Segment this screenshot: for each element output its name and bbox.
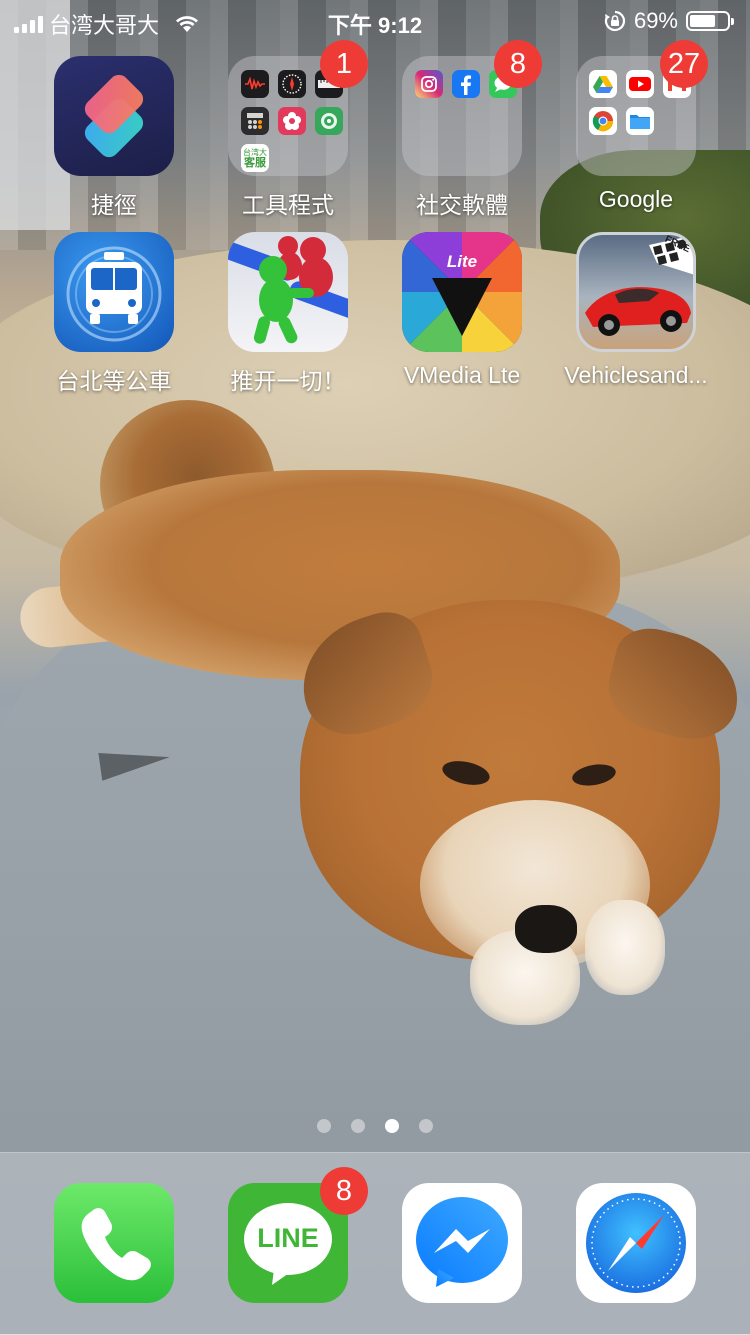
page-dot[interactable] [351, 1119, 365, 1133]
app-label: Google [598, 186, 674, 212]
status-bar-right: 69% [604, 8, 734, 34]
app-push-game[interactable]: 推开一切！ [208, 232, 368, 396]
dock-app-safari[interactable] [556, 1183, 716, 1303]
app-label: Vehiclesand... [564, 362, 708, 388]
app-label: 台北等公車 [56, 368, 172, 394]
page-dot[interactable] [419, 1119, 433, 1133]
app-taipei-bus[interactable]: 台北等公車 [34, 232, 194, 396]
messenger-icon [402, 1183, 522, 1303]
dock-app-messenger[interactable] [382, 1183, 542, 1303]
vmedia-lite-text: Lite [446, 252, 478, 271]
app-google-folder[interactable]: 27 Google [556, 40, 716, 213]
battery-percent: 69% [633, 8, 678, 33]
app-vehicles[interactable]: FREE Vehiclesand... [556, 232, 716, 389]
app-tools-folder[interactable]: 1 台湾大 客服 工具程式 [208, 40, 368, 220]
app-vmedia[interactable]: Lite VMedia Lte [382, 232, 542, 389]
page-dot[interactable] [317, 1119, 331, 1133]
app-social-folder[interactable]: 8 社交軟體 [382, 40, 542, 220]
vmedia-icon: Lite [402, 232, 522, 352]
runner-game-icon [228, 232, 348, 352]
flower-app-icon [278, 107, 306, 135]
phone-icon [54, 1183, 174, 1303]
battery-icon [686, 11, 734, 31]
app-label: 推开一切！ [230, 368, 346, 394]
shortcuts-icon [54, 56, 174, 176]
notification-badge: 27 [660, 40, 708, 88]
dock: 8 LINE [0, 1152, 750, 1335]
google-drive-icon [589, 70, 617, 98]
instagram-icon [415, 70, 443, 98]
safari-icon [576, 1183, 696, 1303]
chrome-icon [589, 107, 617, 135]
app-label: 工具程式 [242, 192, 334, 218]
app-label: 捷徑 [91, 192, 137, 218]
find-my-icon [315, 107, 343, 135]
line-logo-text: LINE [257, 1223, 319, 1253]
voice-memos-icon [241, 70, 269, 98]
dock-app-line[interactable]: 8 LINE [208, 1167, 368, 1303]
page-indicator[interactable] [0, 1119, 750, 1133]
compass-icon [278, 70, 306, 98]
app-label: VMedia Lte [403, 362, 521, 388]
facebook-icon [452, 70, 480, 98]
dog-right-paw [585, 900, 665, 995]
dock-app-phone[interactable] [34, 1183, 194, 1303]
files-icon [626, 107, 654, 135]
battery-level [690, 15, 715, 27]
calculator-icon [241, 107, 269, 135]
dog-nose [515, 905, 577, 953]
notification-badge: 8 [320, 1167, 368, 1215]
notification-badge: 8 [494, 40, 542, 88]
notification-badge: 1 [320, 40, 368, 88]
status-bar: 台湾大哥大 下午 9:12 69% [0, 0, 750, 40]
youtube-icon [626, 70, 654, 98]
page-dot[interactable] [385, 1119, 399, 1133]
orientation-lock-icon [604, 10, 626, 32]
race-car-icon: FREE [576, 232, 696, 352]
bus-icon [54, 232, 174, 352]
weather-alert-icon: 台湾大 客服 [241, 144, 269, 172]
mini-icon-text: 客服 [244, 157, 266, 169]
app-label: 社交軟體 [416, 192, 508, 218]
app-shortcuts[interactable]: 捷徑 [34, 56, 194, 220]
